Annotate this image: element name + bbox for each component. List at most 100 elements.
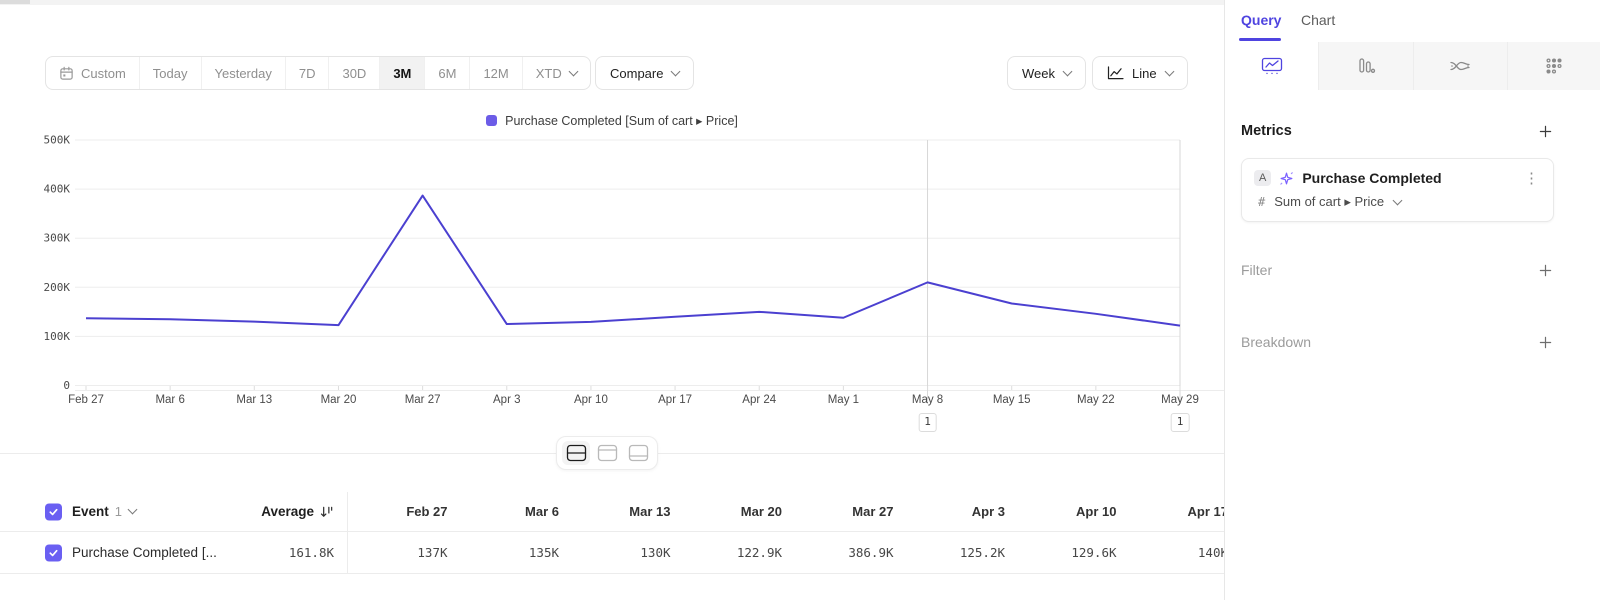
compare-button[interactable]: Compare <box>595 56 694 90</box>
insights-report: CustomTodayYesterday7D30D3M6M12MXTD Comp… <box>0 0 1600 600</box>
flows-icon <box>1449 58 1471 74</box>
table-header-row: Event 1 Average Feb 27Mar 6Mar 13Mar 20M… <box>0 492 1224 532</box>
date-range-xtd[interactable]: XTD <box>523 57 590 89</box>
column-header[interactable]: Mar 27 <box>793 492 905 531</box>
date-range-group: CustomTodayYesterday7D30D3M6M12MXTD <box>45 56 591 90</box>
date-range-today[interactable]: Today <box>140 57 202 89</box>
date-range-7d[interactable]: 7D <box>286 57 330 89</box>
svg-text:500K: 500K <box>44 135 71 147</box>
svg-text:Apr 3: Apr 3 <box>493 394 521 406</box>
chevron-down-icon <box>1393 195 1403 205</box>
column-header[interactable]: Apr 10 <box>1016 492 1128 531</box>
chart-only-view-button[interactable] <box>593 441 621 465</box>
cell-value: 135K <box>459 532 571 573</box>
number-property-icon: # <box>1258 195 1265 209</box>
split-view-icon <box>566 444 587 462</box>
legend-label: Purchase Completed [Sum of cart ▸ Price] <box>505 113 738 128</box>
date-range-12m[interactable]: 12M <box>470 57 522 89</box>
annotation-count-badge[interactable]: 1 <box>1171 413 1190 432</box>
metric-property-selector[interactable]: # Sum of cart ▸ Price <box>1254 194 1541 210</box>
table-only-view-button[interactable] <box>624 441 652 465</box>
date-range-yesterday[interactable]: Yesterday <box>202 57 286 89</box>
cell-value: 140K <box>1128 532 1225 573</box>
row-values: 137K135K130K122.9K386.9K125.2K129.6K140K <box>347 532 1224 573</box>
table-column-divider <box>347 492 348 573</box>
select-all-checkbox[interactable] <box>45 503 62 520</box>
sort-icon <box>319 505 334 519</box>
svg-text:400K: 400K <box>44 183 71 196</box>
table-only-view-icon <box>628 444 649 462</box>
svg-text:Apr 10: Apr 10 <box>574 394 608 406</box>
svg-text:Feb 27: Feb 27 <box>68 394 104 406</box>
active-tab-indicator <box>1239 38 1281 41</box>
column-header[interactable]: Feb 27 <box>347 492 459 531</box>
split-view-button[interactable] <box>562 441 590 465</box>
metrics-title: Metrics <box>1241 123 1292 139</box>
svg-text:May 29: May 29 <box>1161 394 1199 406</box>
series-line <box>86 196 1180 326</box>
event-label: Event <box>72 504 109 519</box>
svg-text:May 8: May 8 <box>912 394 943 406</box>
chevron-down-icon <box>1164 66 1174 76</box>
chevron-down-icon <box>128 505 138 515</box>
svg-text:May 15: May 15 <box>993 394 1031 406</box>
cell-value: 129.6K <box>1016 532 1128 573</box>
row-checkbox[interactable] <box>45 544 62 561</box>
column-header[interactable]: Mar 20 <box>682 492 794 531</box>
check-icon <box>48 547 59 558</box>
annotation-count-badge[interactable]: 1 <box>918 413 937 432</box>
average-sort-header[interactable]: Average <box>261 492 334 531</box>
flows-tab[interactable] <box>1413 42 1507 90</box>
chevron-down-icon <box>671 66 681 76</box>
column-header[interactable]: Mar 13 <box>570 492 682 531</box>
svg-text:Mar 27: Mar 27 <box>405 394 441 406</box>
view-toggle <box>556 436 658 470</box>
top-strip <box>0 0 1224 5</box>
row-series-name: Purchase Completed [... <box>72 532 217 573</box>
date-range-custom[interactable]: Custom <box>46 57 140 89</box>
event-selector[interactable]: Event 1 <box>72 492 136 531</box>
date-range-3m[interactable]: 3M <box>380 57 425 89</box>
cell-value: 125.2K <box>905 532 1017 573</box>
row-average-value: 161.8K <box>289 545 334 560</box>
breakdown-table: Event 1 Average Feb 27Mar 6Mar 13Mar 20M… <box>0 492 1224 574</box>
insights-line-icon <box>1261 57 1283 75</box>
column-header[interactable]: Mar 6 <box>459 492 571 531</box>
svg-text:300K: 300K <box>44 232 71 245</box>
trend-chart[interactable]: 0100K200K300K400K500KFeb 27Mar 6Mar 13Ma… <box>0 135 1224 440</box>
breakdown-title: Breakdown <box>1241 334 1311 350</box>
kebab-menu-icon[interactable]: ⋮ <box>1522 169 1541 187</box>
date-range-30d[interactable]: 30D <box>329 57 380 89</box>
metric-card[interactable]: A Purchase Completed ⋮ # Sum of cart ▸ P… <box>1241 158 1554 222</box>
cell-value: 137K <box>347 532 459 573</box>
tab-query[interactable]: Query <box>1241 12 1281 28</box>
date-columns-header: Feb 27Mar 6Mar 13Mar 20Mar 27Apr 3Apr 10… <box>347 492 1224 531</box>
bar-chart-tab[interactable] <box>1318 42 1412 90</box>
chevron-down-icon <box>568 66 578 76</box>
calendar-icon <box>59 66 74 81</box>
add-filter-button[interactable] <box>1539 264 1552 277</box>
bar-chart-icon <box>1356 57 1376 75</box>
metric-event-name: Purchase Completed <box>1302 170 1514 186</box>
chart-legend[interactable]: Purchase Completed [Sum of cart ▸ Price] <box>0 113 1224 128</box>
insights-line-tab[interactable] <box>1225 42 1318 90</box>
column-header[interactable]: Apr 17 <box>1128 492 1225 531</box>
table-row[interactable]: Purchase Completed [... 161.8K 137K135K1… <box>0 532 1224 574</box>
chart-type-dropdown[interactable]: Line <box>1092 56 1188 90</box>
chevron-down-icon <box>1063 66 1073 76</box>
svg-text:May 22: May 22 <box>1077 394 1115 406</box>
add-metric-button[interactable] <box>1539 125 1552 138</box>
svg-text:May 1: May 1 <box>828 394 859 406</box>
tab-chart[interactable]: Chart <box>1301 12 1335 28</box>
retention-tab[interactable] <box>1507 42 1600 90</box>
column-header[interactable]: Apr 3 <box>905 492 1017 531</box>
retention-icon <box>1545 57 1563 75</box>
metric-property-label: Sum of cart ▸ Price <box>1274 194 1384 210</box>
panel-tabs: Query Chart <box>1225 0 1600 42</box>
add-breakdown-button[interactable] <box>1539 336 1552 349</box>
svg-text:Apr 17: Apr 17 <box>658 394 692 406</box>
date-range-6m[interactable]: 6M <box>425 57 470 89</box>
trend-chart-svg: 0100K200K300K400K500KFeb 27Mar 6Mar 13Ma… <box>0 135 1224 440</box>
chart-only-view-icon <box>597 444 618 462</box>
granularity-dropdown[interactable]: Week <box>1007 56 1086 90</box>
